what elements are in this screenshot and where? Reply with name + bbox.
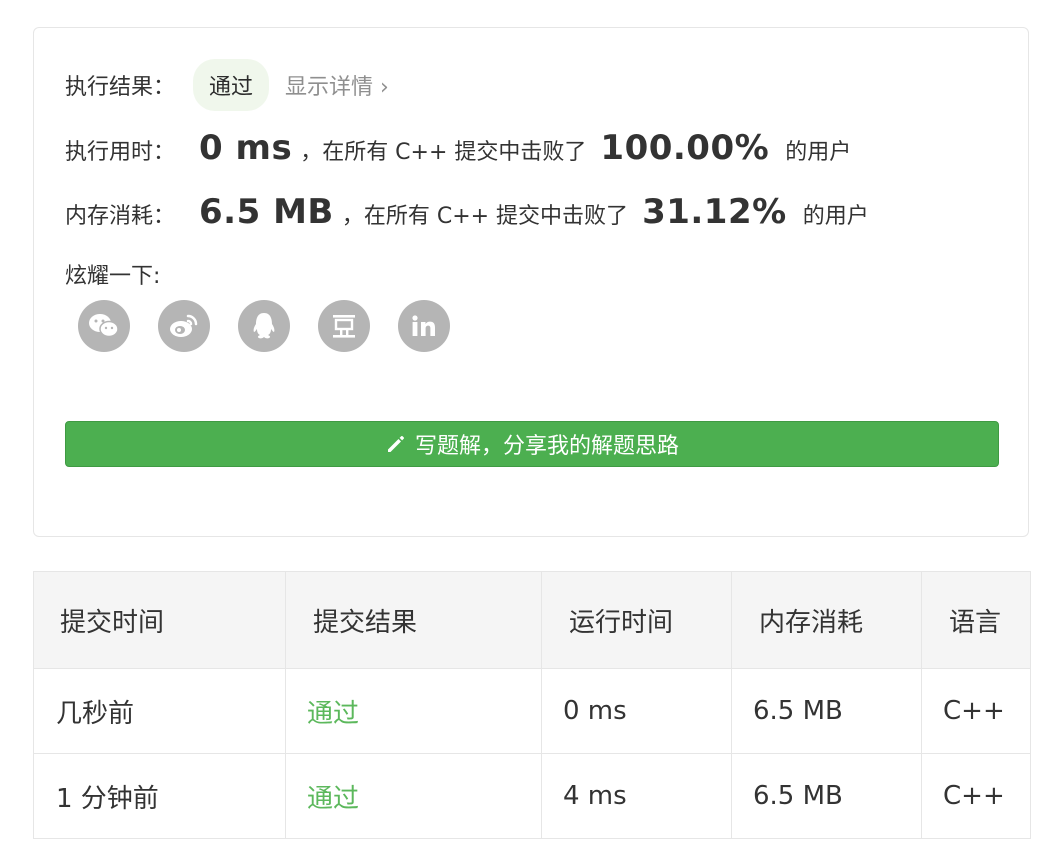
table-row: 1 分钟前 通过 4 ms 6.5 MB C++ <box>33 753 1031 839</box>
runtime-row: 执行用时： 0 ms ，在所有 C++ 提交中击败了 100.00% 的用户 <box>65 128 851 168</box>
cell-runtime: 0 ms <box>541 668 732 754</box>
share-icons <box>78 300 450 352</box>
result-label: 执行结果： <box>65 75 176 100</box>
memory-value: 6.5 MB <box>199 192 334 232</box>
memory-percent: 31.12% <box>642 192 787 232</box>
submissions-table: 提交时间 提交结果 运行时间 内存消耗 语言 几秒前 通过 0 ms 6.5 M… <box>33 571 1031 839</box>
runtime-suffix: 的用户 <box>785 140 852 165</box>
memory-row: 内存消耗： 6.5 MB ，在所有 C++ 提交中击败了 31.12% 的用户 <box>65 192 869 232</box>
cell-result-link[interactable]: 通过 <box>285 668 542 754</box>
runtime-value: 0 ms <box>199 128 293 168</box>
col-submit-result[interactable]: 提交结果 <box>285 571 542 669</box>
cell-memory: 6.5 MB <box>731 668 922 754</box>
pencil-icon <box>387 436 404 452</box>
col-memory[interactable]: 内存消耗 <box>731 571 922 669</box>
show-details-link[interactable]: 显示详情 › <box>285 69 389 101</box>
status-badge: 通过 <box>193 59 270 111</box>
submission-result-card: 执行结果： 通过 显示详情 › 执行用时： 0 ms ，在所有 C++ 提交中击… <box>33 27 1029 537</box>
douban-icon[interactable] <box>318 300 370 352</box>
cell-memory: 6.5 MB <box>731 753 922 839</box>
cell-result-link[interactable]: 通过 <box>285 753 542 839</box>
share-row: 炫耀一下: <box>65 258 160 290</box>
memory-beat-text: ，在所有 C++ 提交中击败了 <box>341 204 629 229</box>
share-label: 炫耀一下: <box>65 264 161 289</box>
cell-language: C++ <box>921 753 1031 839</box>
memory-label: 内存消耗： <box>65 204 176 229</box>
weibo-icon[interactable] <box>158 300 210 352</box>
cell-language: C++ <box>921 668 1031 754</box>
table-row: 几秒前 通过 0 ms 6.5 MB C++ <box>33 668 1031 754</box>
write-solution-label: 写题解，分享我的解题思路 <box>414 434 679 459</box>
col-submit-time[interactable]: 提交时间 <box>33 571 286 669</box>
runtime-label: 执行用时： <box>65 140 176 165</box>
cell-submit-time: 几秒前 <box>33 668 286 754</box>
result-row: 执行结果： 通过 显示详情 › <box>65 59 389 111</box>
linkedin-icon[interactable] <box>398 300 450 352</box>
runtime-beat-text: ，在所有 C++ 提交中击败了 <box>300 140 587 165</box>
col-runtime[interactable]: 运行时间 <box>541 571 732 669</box>
cell-submit-time: 1 分钟前 <box>33 753 286 839</box>
col-language[interactable]: 语言 <box>921 571 1031 669</box>
qq-icon[interactable] <box>238 300 290 352</box>
cell-runtime: 4 ms <box>541 753 732 839</box>
runtime-percent: 100.00% <box>600 128 770 168</box>
write-solution-button[interactable]: 写题解，分享我的解题思路 <box>65 421 999 467</box>
memory-suffix: 的用户 <box>802 204 869 229</box>
table-header-row: 提交时间 提交结果 运行时间 内存消耗 语言 <box>33 571 1031 669</box>
wechat-icon[interactable] <box>78 300 130 352</box>
